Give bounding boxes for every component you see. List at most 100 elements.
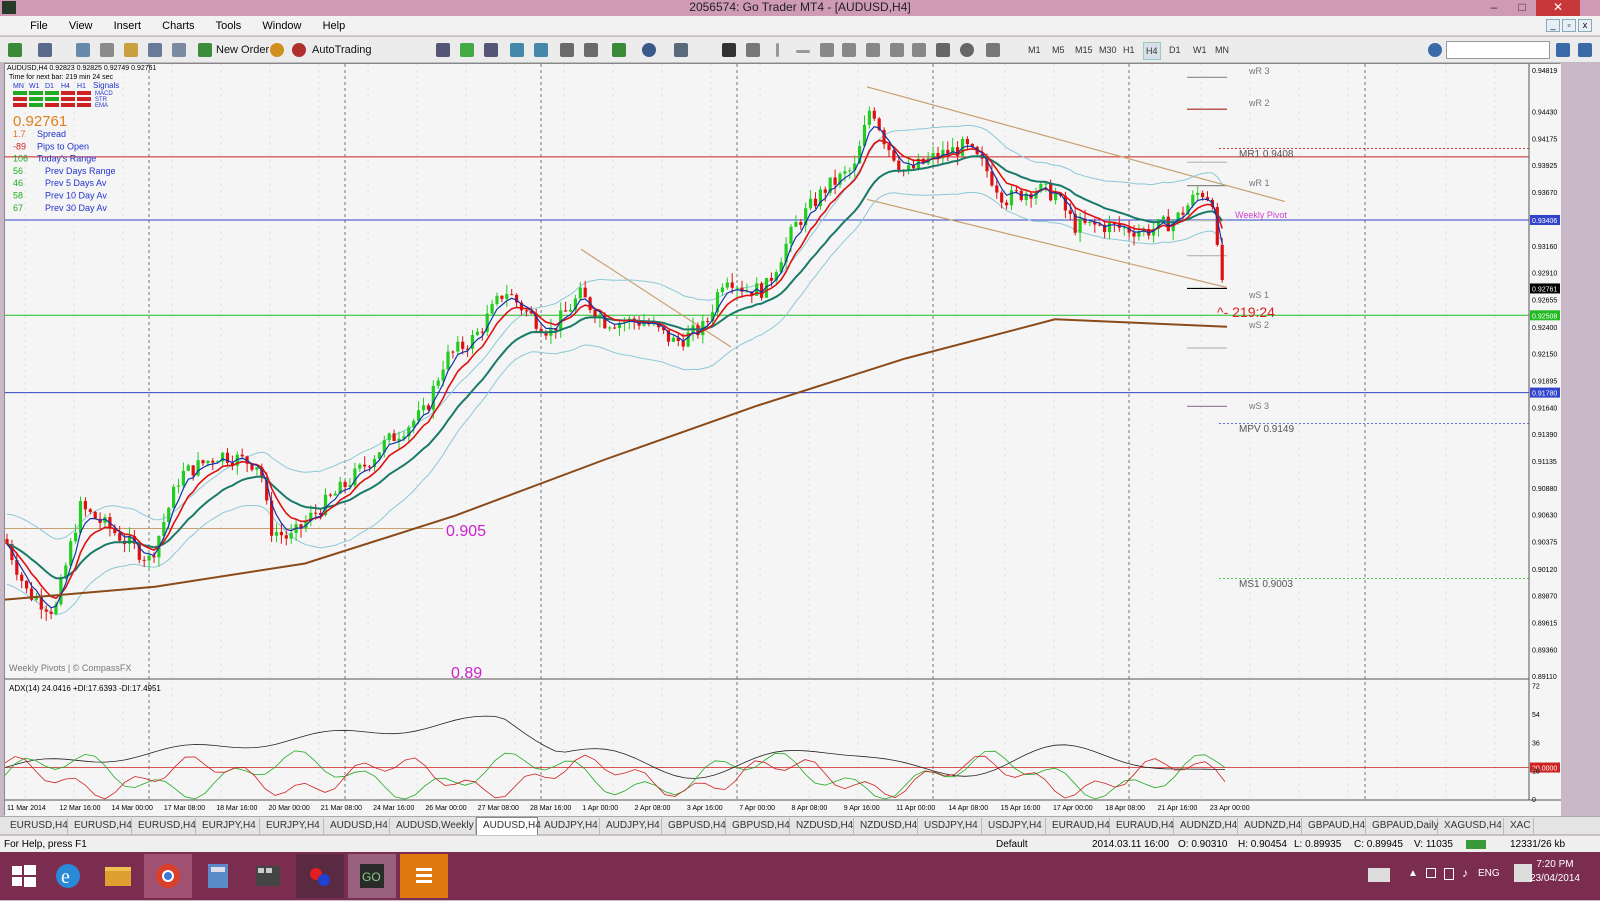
calculator-icon[interactable] [194, 854, 242, 898]
tab-eurusd-h4[interactable]: EURUSD,H4 [4, 818, 68, 834]
menu-file[interactable]: File [21, 16, 57, 36]
text-label-icon[interactable] [912, 43, 926, 57]
close-button[interactable]: ✕ [1536, 0, 1580, 16]
tf-m30[interactable]: M30 [1097, 42, 1119, 58]
tab-xac[interactable]: XAC [1504, 818, 1534, 834]
autotrading-button[interactable]: AutoTrading [312, 41, 372, 59]
tab-gbpaud-daily[interactable]: GBPAUD,Daily [1366, 818, 1439, 834]
tf-m5[interactable]: M5 [1050, 42, 1067, 58]
tab-audjpy-h4[interactable]: AUDJPY,H4 [538, 818, 600, 834]
time-tick-label: 11 Mar 2014 [7, 805, 46, 812]
market-watch-icon[interactable] [76, 43, 90, 57]
tab-eurjpy-h4[interactable]: EURJPY,H4 [260, 818, 324, 834]
tab-audjpy-h4[interactable]: AUDJPY,H4 [600, 818, 662, 834]
tf-d1[interactable]: D1 [1167, 42, 1183, 58]
tab-eurjpy-h4[interactable]: EURJPY,H4 [196, 818, 260, 834]
tab-usdjpy-h4[interactable]: USDJPY,H4 [918, 818, 982, 834]
expert-icon[interactable] [270, 43, 284, 57]
autoscroll-icon[interactable] [560, 43, 574, 57]
search-input[interactable] [1446, 41, 1550, 59]
language-indicator[interactable]: ENG [1478, 868, 1500, 879]
ellipse-icon[interactable] [960, 43, 974, 57]
app-tile-icon[interactable] [296, 854, 344, 898]
tab-gbpusd-h4[interactable]: GBPUSD,H4 [662, 818, 726, 834]
chart-window[interactable]: 0.94819 0.94430 0.94175 0.93925 0.93670 0.934… [4, 63, 1561, 816]
new-order-button[interactable]: New Order [216, 41, 269, 59]
menu-tools[interactable]: Tools [207, 16, 251, 36]
tf-m1[interactable]: M1 [1026, 42, 1043, 58]
tab-euraud-h4[interactable]: EURAUD,H4 [1110, 818, 1174, 834]
keyboard-icon[interactable] [1368, 868, 1390, 882]
tab-audnzd-h4[interactable]: AUDNZD,H4 [1238, 818, 1302, 834]
tab-audusd-weekly[interactable]: AUDUSD,Weekly [390, 818, 476, 834]
tf-w1[interactable]: W1 [1191, 42, 1209, 58]
tf-mn[interactable]: MN [1213, 42, 1231, 58]
tab-usdjpy-h4[interactable]: USDJPY,H4 [982, 818, 1046, 834]
tray-up-icon[interactable]: ▲ [1408, 868, 1418, 879]
vertical-line-icon[interactable] [776, 43, 779, 57]
menu-insert[interactable]: Insert [105, 16, 151, 36]
mdi-restore-icon[interactable]: ▫ [1562, 19, 1576, 32]
menu-window[interactable]: Window [253, 16, 310, 36]
menu-view[interactable]: View [60, 16, 102, 36]
tab-eurusd-h4[interactable]: EURUSD,H4 [132, 818, 196, 834]
channel-icon[interactable] [842, 43, 856, 57]
tab-nzdusd-h4[interactable]: NZDUSD,H4 [854, 818, 918, 834]
zoom-in-icon[interactable] [510, 43, 524, 57]
search-icon[interactable] [1556, 43, 1570, 57]
file-explorer-icon[interactable] [94, 854, 142, 898]
tab-eurusd-h4[interactable]: EURUSD,H4 [68, 818, 132, 834]
settings-icon[interactable] [1428, 43, 1442, 57]
trendline-icon[interactable] [820, 43, 834, 57]
text-icon[interactable] [890, 43, 904, 57]
tab-nzdusd-h4[interactable]: NZDUSD,H4 [790, 818, 854, 834]
movie-icon[interactable] [244, 854, 292, 898]
tab-xagusd-h4[interactable]: XAGUSD,H4 [1438, 818, 1504, 834]
templates-icon[interactable] [674, 43, 688, 57]
indicators-icon[interactable] [612, 43, 626, 57]
go-trader-icon[interactable]: GO [348, 854, 396, 898]
tester-icon[interactable] [172, 43, 186, 57]
tab-audusd-h4[interactable]: AUDUSD,H4 [476, 817, 541, 835]
menu-charts[interactable]: Charts [153, 16, 203, 36]
clock[interactable]: 7:20 PM 23/04/2014 [1530, 858, 1580, 886]
tf-h1[interactable]: H1 [1121, 42, 1137, 58]
action-center-icon[interactable] [1426, 868, 1436, 878]
sublime-icon[interactable] [400, 854, 448, 898]
cursor-icon[interactable] [722, 43, 736, 57]
maximize-button[interactable]: □ [1508, 0, 1536, 16]
mdi-minimize-icon[interactable]: _ [1546, 19, 1560, 32]
chart-shift-icon[interactable] [584, 43, 598, 57]
periods-icon[interactable] [642, 43, 656, 57]
tab-euraud-h4[interactable]: EURAUD,H4 [1046, 818, 1110, 834]
bar-chart-icon[interactable] [436, 43, 450, 57]
zoom-out-icon[interactable] [534, 43, 548, 57]
arrows-icon[interactable] [986, 43, 1000, 57]
start-button[interactable] [0, 854, 48, 898]
candlestick-icon[interactable] [460, 43, 474, 57]
ie-icon[interactable]: e [44, 854, 92, 898]
chrome-icon[interactable] [144, 854, 192, 898]
tab-gbpusd-h4[interactable]: GBPUSD,H4 [726, 818, 790, 834]
navigator-icon[interactable] [124, 43, 138, 57]
data-window-icon[interactable] [100, 43, 114, 57]
mdi-close-icon[interactable]: x [1578, 19, 1592, 32]
tab-gbpaud-h4[interactable]: GBPAUD,H4 [1302, 818, 1366, 834]
profiles-icon[interactable] [38, 43, 52, 57]
line-chart-icon[interactable] [484, 43, 498, 57]
tf-h4[interactable]: H4 [1143, 42, 1161, 60]
tab-audnzd-h4[interactable]: AUDNZD,H4 [1174, 818, 1238, 834]
battery-icon[interactable] [1444, 868, 1454, 880]
crosshair-icon[interactable] [746, 43, 760, 57]
new-chart-icon[interactable] [8, 43, 22, 57]
rectangle-icon[interactable] [936, 43, 950, 57]
terminal-icon[interactable] [148, 43, 162, 57]
tf-m15[interactable]: M15 [1073, 42, 1095, 58]
volume-icon[interactable]: ♪ [1462, 866, 1468, 880]
minimize-button[interactable]: – [1480, 0, 1508, 16]
tab-audusd-h4[interactable]: AUDUSD,H4 [324, 818, 390, 834]
menu-help[interactable]: Help [314, 16, 355, 36]
fibonacci-icon[interactable] [866, 43, 880, 57]
chat-icon[interactable] [1578, 43, 1592, 57]
horizontal-line-icon[interactable] [796, 50, 810, 53]
